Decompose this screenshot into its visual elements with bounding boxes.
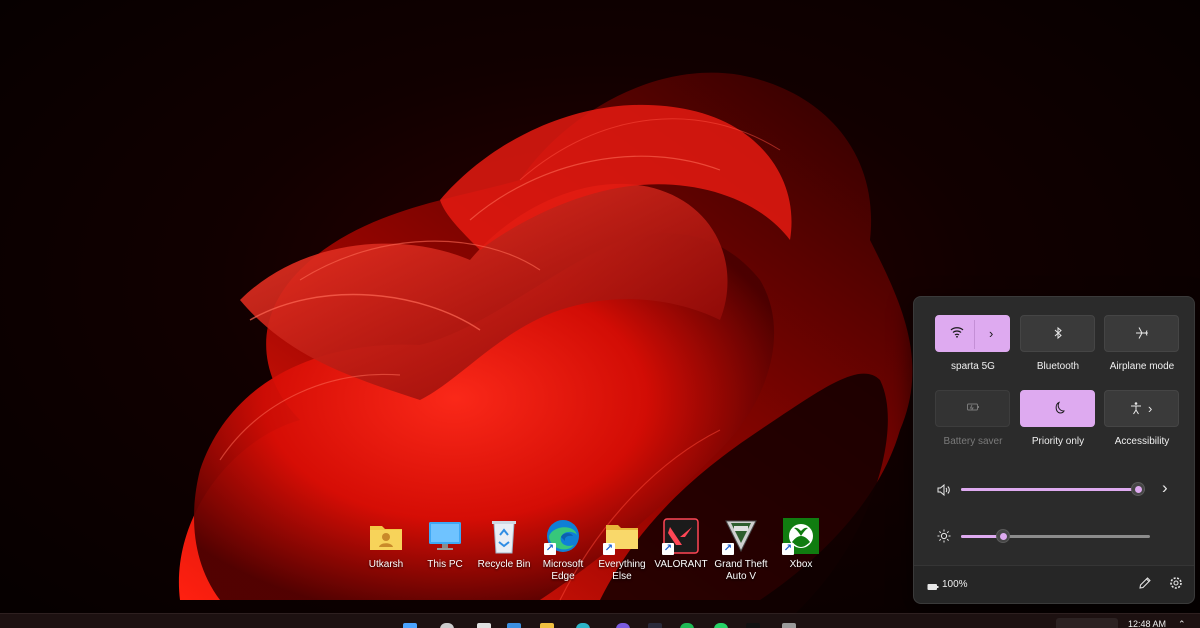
recycle-bin-icon bbox=[485, 517, 523, 555]
shortcut-arrow-icon: ↗ bbox=[662, 543, 674, 555]
taskbar: 12:48 AM ⌃ bbox=[0, 613, 1200, 628]
desktop-icon-label: Recycle Bin bbox=[477, 559, 531, 570]
desktop-icon-gta-v[interactable]: ↗ Grand Theft Auto V bbox=[710, 517, 772, 583]
messaging-app-icon[interactable] bbox=[616, 623, 630, 628]
quick-settings-footer: 100% bbox=[914, 565, 1194, 603]
system-tray-button[interactable] bbox=[1056, 618, 1118, 628]
speaker-icon[interactable] bbox=[937, 483, 951, 501]
desktop-icon-label: Microsoft Edge bbox=[542, 559, 584, 582]
battery-saver-tile[interactable] bbox=[935, 390, 1010, 427]
app-icon[interactable] bbox=[648, 623, 662, 628]
battery-saver-tile-label: Battery saver bbox=[943, 436, 1003, 447]
bluetooth-tile[interactable] bbox=[1020, 315, 1095, 352]
chevron-right-icon[interactable]: › bbox=[1148, 401, 1152, 417]
desktop-icon-valorant[interactable]: ↗ VALORANT bbox=[650, 517, 712, 571]
shortcut-arrow-icon: ↗ bbox=[722, 543, 734, 555]
widgets-icon[interactable] bbox=[507, 623, 521, 628]
notification-chevron-icon[interactable]: ⌃ bbox=[1178, 619, 1186, 628]
airplane-mode-tile-label: Airplane mode bbox=[1109, 361, 1175, 372]
bluetooth-icon bbox=[1053, 326, 1063, 344]
chevron-right-icon[interactable]: › bbox=[989, 326, 993, 342]
valorant-icon: ↗ bbox=[662, 517, 700, 555]
accessibility-tile-label: Accessibility bbox=[1114, 436, 1170, 447]
taskbar-clock[interactable]: 12:48 AM bbox=[1128, 620, 1166, 628]
volume-slider-fill bbox=[961, 488, 1138, 491]
xbox-icon: ↗ bbox=[782, 517, 820, 555]
quick-settings-panel: › sparta 5G Bluetooth Airplane mode Batt… bbox=[913, 296, 1195, 604]
user-folder-icon bbox=[367, 517, 405, 555]
desktop-icon-label: Everything Else bbox=[598, 559, 646, 582]
accessibility-tile[interactable]: › bbox=[1104, 390, 1179, 427]
volume-slider[interactable] bbox=[961, 482, 1145, 496]
tile-divider bbox=[974, 320, 975, 349]
audio-output-chevron-icon[interactable]: › bbox=[1162, 478, 1168, 498]
battery-saver-icon bbox=[966, 401, 980, 417]
search-icon[interactable] bbox=[440, 623, 454, 628]
task-view-icon[interactable] bbox=[477, 623, 491, 628]
volume-slider-thumb[interactable] bbox=[1130, 482, 1145, 496]
start-icon[interactable] bbox=[403, 623, 417, 628]
folder-icon: ↗ bbox=[603, 517, 641, 555]
shortcut-arrow-icon: ↗ bbox=[782, 543, 794, 555]
battery-percentage: 100% bbox=[942, 579, 968, 590]
spotify-icon[interactable] bbox=[680, 623, 694, 628]
battery-icon bbox=[927, 579, 939, 597]
desktop-icon-utkarsh[interactable]: Utkarsh bbox=[355, 517, 417, 571]
desktop-icon-recycle-bin[interactable]: Recycle Bin bbox=[473, 517, 535, 571]
airplane-mode-tile[interactable] bbox=[1104, 315, 1179, 352]
airplane-icon bbox=[1135, 326, 1149, 344]
priority-only-tile-label: Priority only bbox=[1031, 436, 1085, 447]
desktop-icon-label: Xbox bbox=[789, 559, 813, 570]
wifi-tile[interactable]: › bbox=[935, 315, 1010, 352]
desktop-icon-microsoft-edge[interactable]: ↗ Microsoft Edge bbox=[532, 517, 594, 583]
brightness-slider-thumb[interactable] bbox=[995, 529, 1010, 543]
edge-icon: ↗ bbox=[544, 517, 582, 555]
priority-only-tile[interactable] bbox=[1020, 390, 1095, 427]
wifi-icon bbox=[950, 326, 964, 342]
monitor-icon bbox=[426, 517, 464, 555]
shortcut-arrow-icon: ↗ bbox=[603, 543, 615, 555]
shortcut-arrow-icon: ↗ bbox=[544, 543, 556, 555]
desktop-icon-everything-else[interactable]: ↗ Everything Else bbox=[591, 517, 653, 583]
gear-icon[interactable] bbox=[1169, 576, 1183, 595]
brightness-slider[interactable] bbox=[961, 529, 1150, 543]
desktop-icon-label: Utkarsh bbox=[368, 559, 404, 570]
app-icon[interactable] bbox=[746, 623, 760, 628]
moon-icon bbox=[1053, 401, 1065, 419]
whatsapp-icon[interactable] bbox=[714, 623, 728, 628]
wifi-tile-label: sparta 5G bbox=[951, 361, 995, 372]
desktop-icon-label: Grand Theft Auto V bbox=[714, 559, 768, 582]
sun-icon bbox=[937, 529, 951, 548]
desktop-icon-this-pc[interactable]: This PC bbox=[414, 517, 476, 571]
desktop-icon-label: This PC bbox=[427, 559, 463, 570]
app-icon[interactable] bbox=[782, 623, 796, 628]
edit-pencil-icon[interactable] bbox=[1138, 576, 1152, 595]
bluetooth-tile-label: Bluetooth bbox=[1036, 361, 1080, 372]
gta-v-icon: ↗ bbox=[722, 517, 760, 555]
desktop-icon-xbox[interactable]: ↗ Xbox bbox=[770, 517, 832, 571]
accessibility-icon bbox=[1129, 401, 1143, 419]
file-explorer-icon[interactable] bbox=[540, 623, 554, 628]
browser-icon[interactable] bbox=[576, 623, 590, 628]
desktop-icon-label: VALORANT bbox=[654, 559, 708, 570]
